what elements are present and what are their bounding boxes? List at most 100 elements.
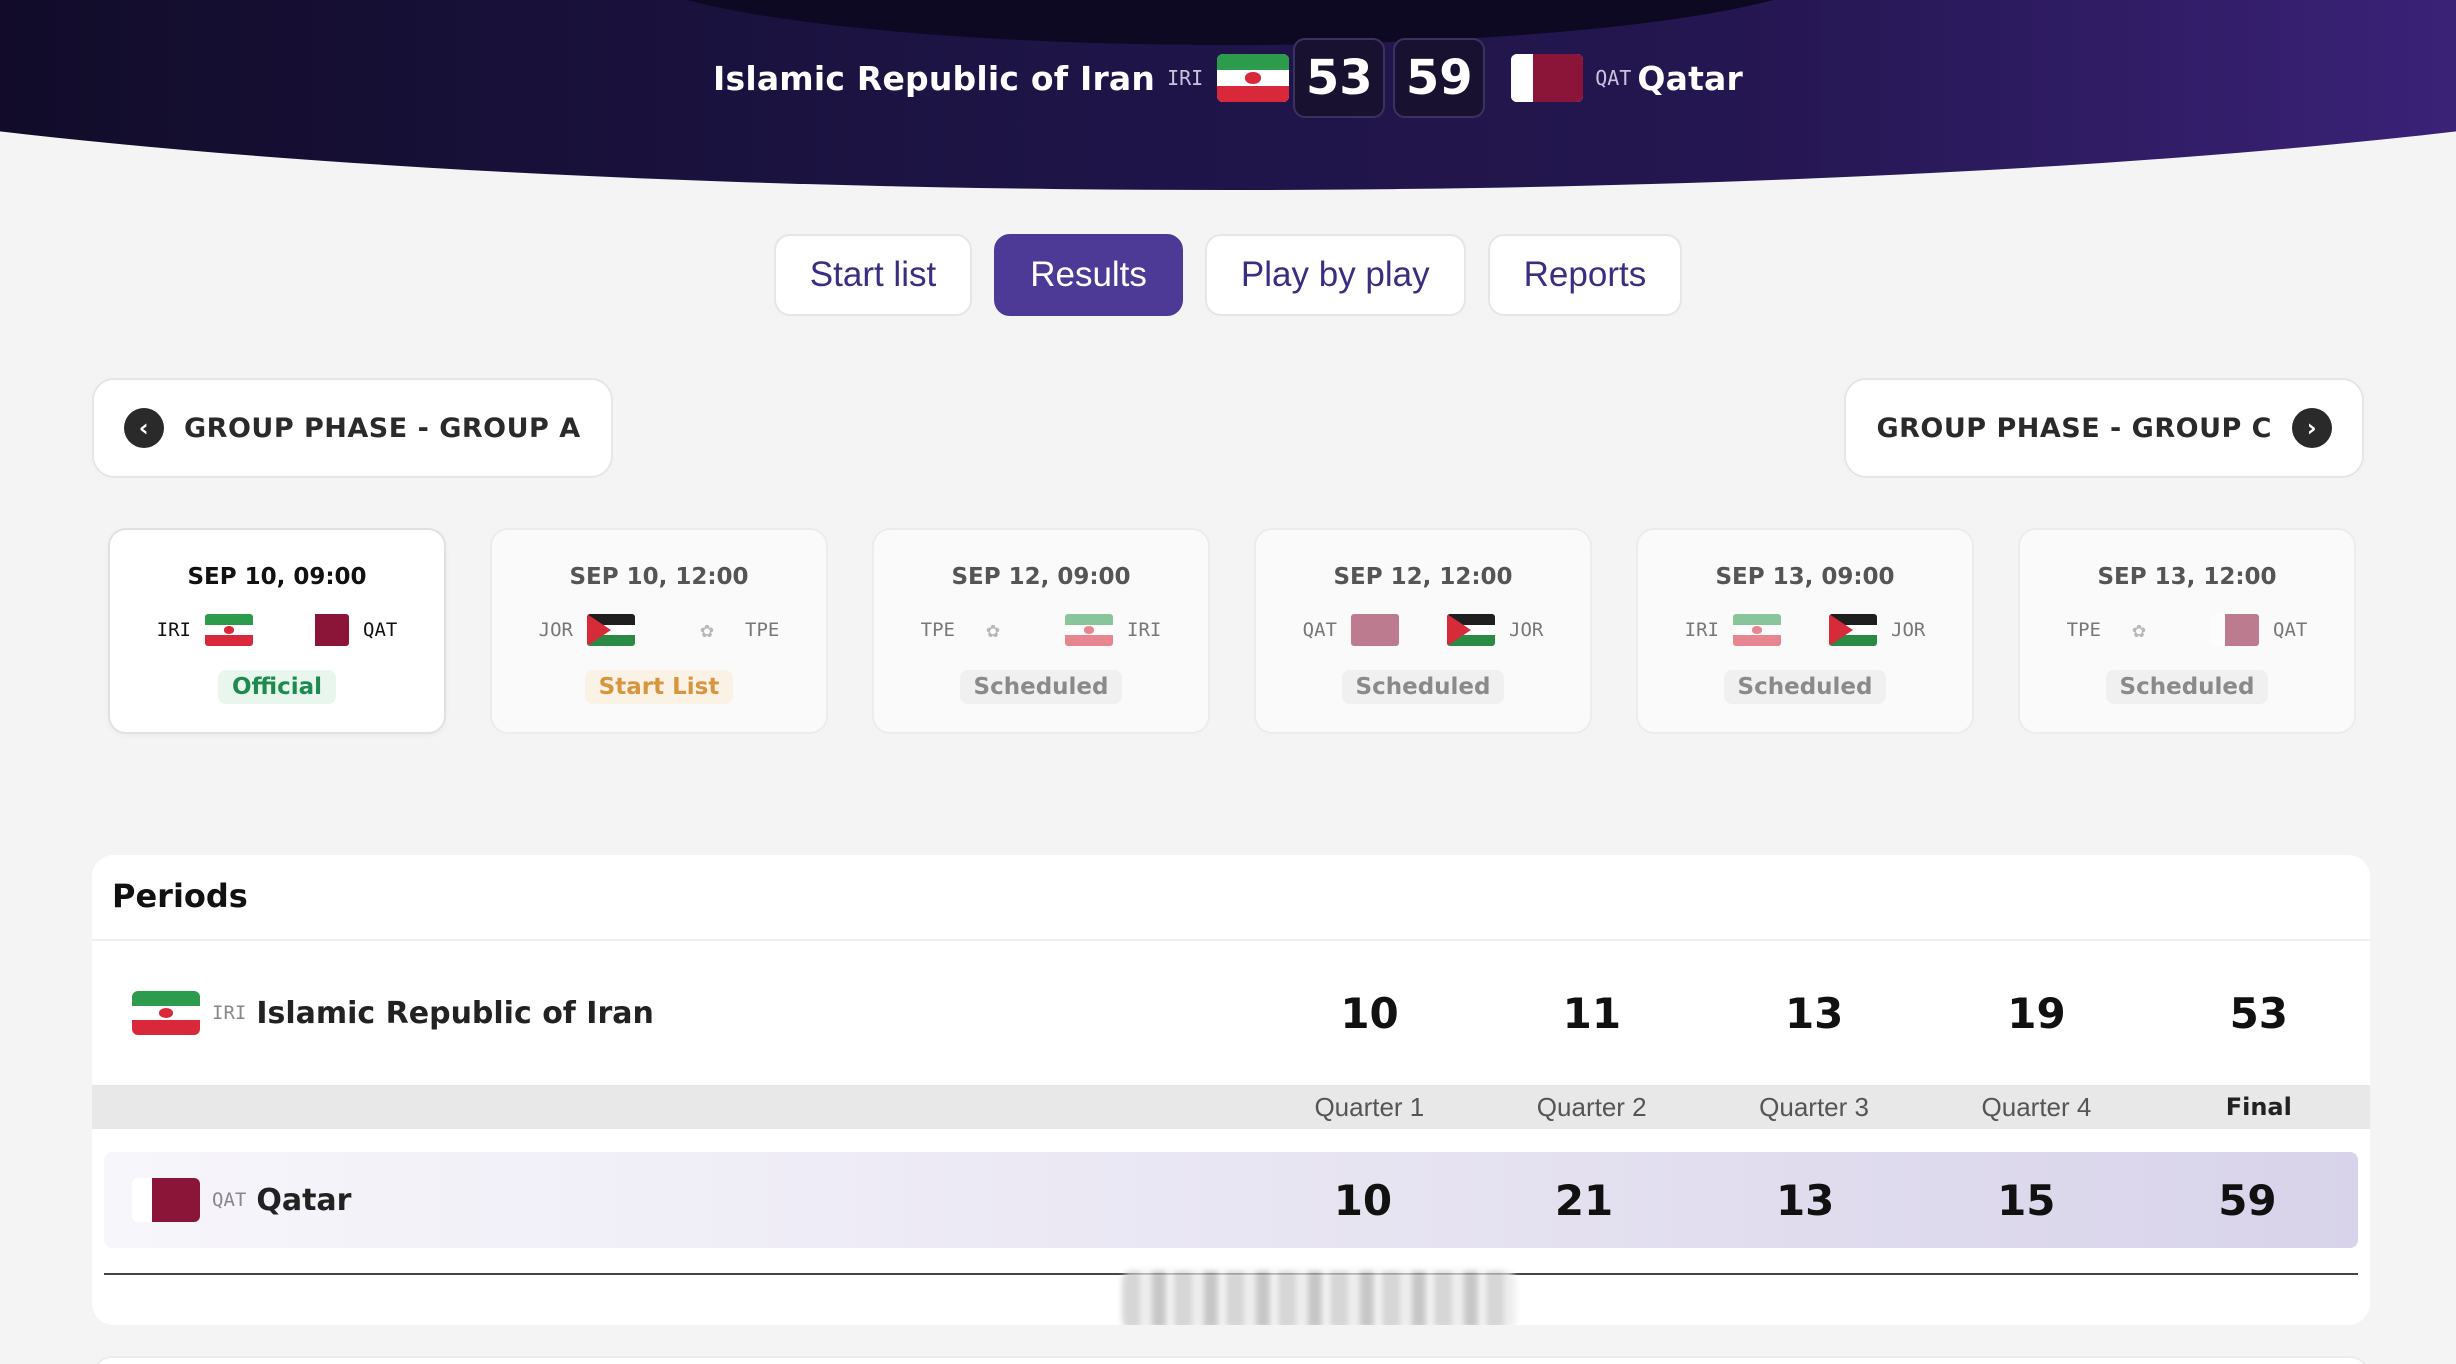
tab-results[interactable]: Results [994,234,1183,316]
team1-code: QAT [1302,619,1337,641]
period-row-home: IRI Islamic Republic of Iran 10 11 13 19… [92,945,2370,1081]
prev-group-button[interactable]: ‹ GROUP PHASE - GROUP A [92,378,613,478]
game-teams: QAT JOR [1302,614,1544,646]
jordan-flag-icon [1829,614,1877,646]
game-teams: TPE ✿ IRI [920,614,1162,646]
jordan-flag-icon [1447,614,1495,646]
qatar-flag-icon [2211,614,2259,646]
chinese-taipei-flag-icon: ✿ [2132,617,2146,643]
team2-code: JOR [1891,619,1926,641]
team-name: Islamic Republic of Iran [256,995,654,1031]
game-date: SEP 13, 12:00 [2097,564,2277,590]
team1-code: TPE [2066,619,2101,641]
game-teams: TPE ✿ QAT [2066,614,2308,646]
team2-code: JOR [1509,619,1544,641]
team2-code: QAT [2273,619,2308,641]
iran-flag-icon [132,991,200,1035]
team-cell: IRI Islamic Republic of Iran [92,991,1258,1035]
score-q3: 13 [1784,988,1844,1038]
team2-code: QAT [363,619,398,641]
team2-code: IRI [1127,619,1162,641]
score-q2: 11 [1562,988,1622,1038]
iran-flag-icon [1217,54,1290,102]
game-date: SEP 13, 09:00 [1715,564,1895,590]
game-card[interactable]: SEP 13, 12:00 TPE ✿ QAT Scheduled [2018,528,2356,734]
qatar-flag-icon [1351,614,1399,646]
home-team-name: Islamic Republic of Iran [713,58,1156,98]
label-q4: Quarter 4 [1981,1091,2092,1122]
game-teams: IRI QAT [156,614,398,646]
score-q1: 10 [1333,1175,1393,1225]
score-q3: 13 [1775,1175,1835,1225]
game-card[interactable]: SEP 10, 09:00 IRI QAT Official [108,528,446,734]
game-card[interactable]: SEP 13, 09:00 IRI JOR Scheduled [1636,528,1974,734]
home-score: 53 [1293,38,1386,118]
next-group-button[interactable]: GROUP PHASE - GROUP C › [1844,378,2364,478]
qatar-flag-icon [132,1178,200,1222]
score-q4: 19 [2007,988,2066,1038]
away-team-code: QAT [1595,66,1632,90]
qatar-flag-icon [301,614,349,646]
game-date: SEP 10, 09:00 [187,564,367,590]
game-cards: SEP 10, 09:00 IRI QAT Official SEP 10, 1… [108,528,2356,734]
chinese-taipei-flag-icon: ✿ [986,617,1000,643]
score-final: 53 [2229,988,2289,1038]
iran-flag-icon [1733,614,1781,646]
away-score: 59 [1393,38,1486,118]
status-badge: Scheduled [1723,670,1887,704]
game-date: SEP 12, 09:00 [951,564,1131,590]
label-q2: Quarter 2 [1536,1091,1647,1122]
scoreboard-row: Islamic Republic of Iran IRI 53 59 QAT Q… [0,30,2456,126]
divider [92,939,2370,941]
game-teams: IRI JOR [1684,614,1926,646]
team-code: IRI [212,1002,247,1024]
game-teams: JOR ✿ TPE [538,614,780,646]
home-team-code: IRI [1167,66,1204,90]
status-badge: Start List [584,670,734,704]
score-q4: 15 [1997,1175,2056,1225]
label-q1: Quarter 1 [1314,1091,1425,1122]
chevron-left-icon: ‹ [124,408,164,448]
period-labels-row: Quarter 1 Quarter 2 Quarter 3 Quarter 4 … [92,1085,2370,1129]
score-q1: 10 [1340,988,1399,1038]
game-card[interactable]: SEP 10, 12:00 JOR ✿ TPE Start List [490,528,828,734]
game-date: SEP 10, 12:00 [569,564,749,590]
next-panel-edge [92,1356,2370,1364]
team-cell: QAT Qatar [104,1178,1252,1222]
tab-start-list[interactable]: Start list [773,234,973,316]
chevron-right-icon: › [2292,408,2332,448]
label-final: Final [2225,1093,2292,1121]
team1-code: IRI [1684,619,1719,641]
tab-reports[interactable]: Reports [1487,234,1683,316]
game-card[interactable]: SEP 12, 12:00 QAT JOR Scheduled [1254,528,1592,734]
iran-flag-icon [1065,614,1113,646]
team1-code: JOR [538,619,573,641]
status-badge: Scheduled [959,670,1123,704]
game-date: SEP 12, 12:00 [1333,564,1513,590]
team2-code: TPE [745,619,780,641]
away-team-name: Qatar [1637,58,1743,98]
score-q2: 21 [1554,1175,1614,1225]
jordan-flag-icon [587,614,635,646]
status-badge: Official [217,670,337,704]
iran-flag-icon [205,614,253,646]
team1-code: IRI [156,619,191,641]
periods-panel: Periods IRI Islamic Republic of Iran 10 … [92,855,2370,1325]
score-final: 59 [2218,1175,2277,1225]
team-name: Qatar [256,1182,352,1218]
qatar-flag-icon [1511,54,1584,102]
period-row-away: QAT Qatar 10 21 13 15 59 [104,1152,2358,1248]
status-badge: Scheduled [1341,670,1505,704]
next-group-label: GROUP PHASE - GROUP C [1876,412,2272,444]
periods-title: Periods [112,877,248,915]
game-card[interactable]: SEP 12, 09:00 TPE ✿ IRI Scheduled [872,528,1210,734]
chinese-taipei-flag-icon: ✿ [700,617,714,643]
team-code: QAT [212,1189,247,1211]
blurred-sponsor-logo [1122,1271,1516,1325]
game-tabs: Start list Results Play by play Reports [0,234,2456,316]
team1-code: TPE [920,619,955,641]
prev-group-label: GROUP PHASE - GROUP A [184,412,581,444]
label-q3: Quarter 3 [1759,1091,1869,1122]
status-badge: Scheduled [2105,670,2269,704]
tab-play-by-play[interactable]: Play by play [1204,234,1466,316]
